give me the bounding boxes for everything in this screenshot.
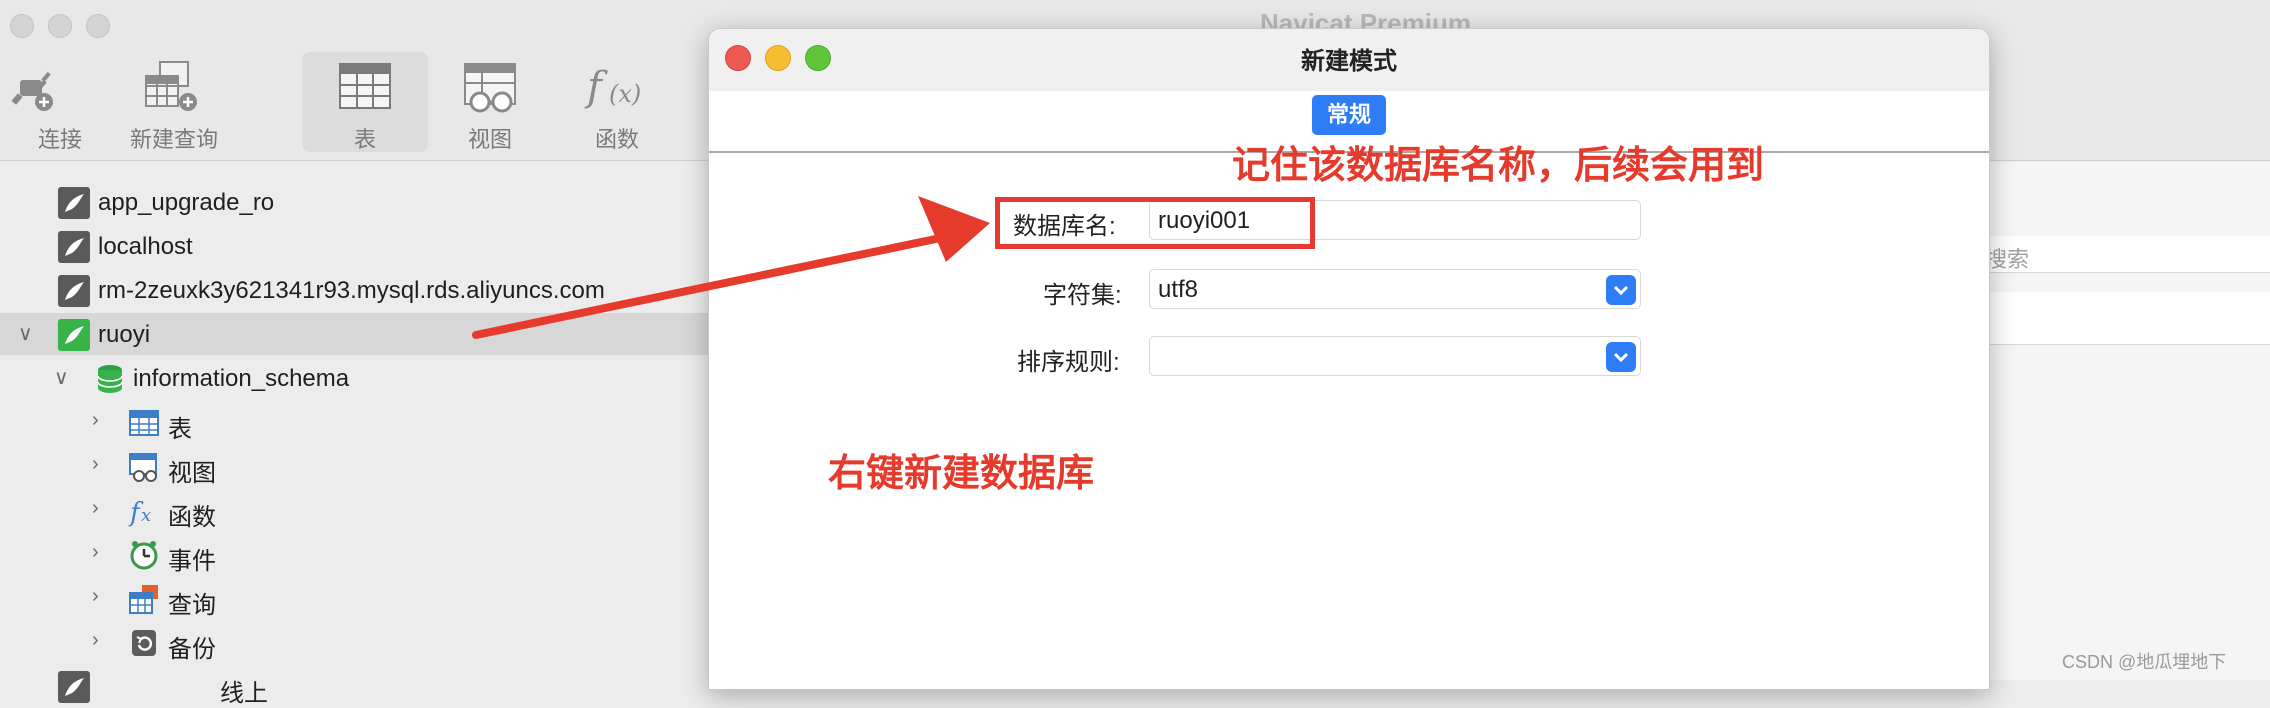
- toolbar-connect-label: 连接: [37, 127, 82, 152]
- chevron-down-icon[interactable]: [1606, 275, 1636, 305]
- mysql-connection-icon: [58, 187, 90, 219]
- toolbar-function-label: 函数: [594, 127, 639, 152]
- search-placeholder: 搜索: [1985, 247, 2030, 272]
- plug-icon: [11, 71, 53, 111]
- dialog-titlebar: 新建模式: [709, 29, 1989, 91]
- chevron-right-icon[interactable]: ›: [92, 497, 99, 520]
- tree-item-views[interactable]: › 视图: [0, 445, 710, 487]
- chevron-right-icon[interactable]: ›: [92, 541, 99, 564]
- charset-select[interactable]: utf8: [1149, 269, 1641, 309]
- collation-label: 排序规则:: [1017, 349, 1120, 376]
- zoom-window-button[interactable]: [86, 14, 110, 38]
- dialog-title: 新建模式: [1301, 48, 1397, 75]
- tree-item-tables[interactable]: › 表: [0, 401, 710, 443]
- tree-item-label: app_upgrade_ro: [98, 189, 275, 216]
- chevron-right-icon[interactable]: ›: [92, 409, 99, 432]
- svg-text:(x): (x): [609, 80, 641, 108]
- tree-item-connection-partial[interactable]: 线上: [0, 665, 710, 707]
- chevron-right-icon[interactable]: ›: [92, 585, 99, 608]
- tree-item-label: 函数: [168, 504, 216, 531]
- tree-item-label: information_schema: [133, 365, 350, 392]
- minimize-window-button[interactable]: [48, 14, 72, 38]
- tree-item-database[interactable]: ∨ information_schema: [0, 357, 710, 399]
- new-query-icon: [145, 61, 197, 111]
- annotation-remember-name: 记住该数据库名称，后续会用到: [1232, 145, 1765, 187]
- tree-item-connection[interactable]: app_upgrade_ro: [0, 181, 710, 223]
- chevron-down-icon[interactable]: [1606, 342, 1636, 372]
- toolbar-view-label: 视图: [467, 127, 512, 152]
- tree-item-connection-selected[interactable]: ∨ ruoyi: [0, 313, 710, 355]
- database-icon: [97, 365, 123, 393]
- tree-item-queries[interactable]: › 查询: [0, 577, 710, 619]
- toolbar-new-query-label: 新建查询: [129, 127, 218, 152]
- close-window-button[interactable]: [10, 14, 34, 38]
- clock-icon: [130, 541, 158, 570]
- tree-item-connection[interactable]: rm-2zeuxk3y621341r93.mysql.rds.aliyuncs.…: [0, 269, 710, 311]
- toolbar-new-query-button[interactable]: 新建查询: [114, 52, 234, 152]
- tree-item-backups[interactable]: › 备份: [0, 621, 710, 663]
- tab-general[interactable]: 常规: [1312, 95, 1386, 135]
- query-icon: [129, 585, 158, 614]
- tree-item-label: 备份: [168, 636, 216, 663]
- tree-item-events[interactable]: › 事件: [0, 533, 710, 575]
- tree-item-label: ruoyi: [98, 321, 151, 348]
- table-icon: [339, 63, 391, 109]
- tree-item-label: 表: [168, 416, 192, 443]
- view-icon: [129, 453, 157, 482]
- function-icon: f (x): [584, 64, 641, 110]
- chevron-down-icon[interactable]: ∨: [18, 321, 33, 346]
- mysql-connection-icon: [58, 671, 90, 703]
- tree-item-label: 查询: [168, 592, 216, 619]
- tree-item-label: 线上: [220, 680, 268, 707]
- mysql-connection-icon: [58, 319, 90, 351]
- toolbar-table-button[interactable]: 表: [302, 52, 428, 152]
- tree-item-label: 视图: [168, 460, 216, 487]
- connection-tree: app_upgrade_ro localhost rm-2zeuxk3y6213…: [0, 162, 710, 707]
- mysql-connection-icon: [58, 275, 90, 307]
- tree-item-label: rm-2zeuxk3y621341r93.mysql.rds.aliyuncs.…: [98, 277, 605, 304]
- toolbar-connect-button[interactable]: 连接: [0, 52, 120, 152]
- table-icon: [129, 410, 159, 436]
- tree-item-connection[interactable]: localhost: [0, 225, 710, 267]
- chevron-right-icon[interactable]: ›: [92, 629, 99, 652]
- collation-select[interactable]: [1149, 336, 1641, 376]
- new-schema-dialog: 新建模式 常规 ruoyi001 数据库名: 字符集: utf8 排序规则:: [708, 28, 1990, 690]
- toolbar-table-label: 表: [353, 127, 376, 152]
- charset-value: utf8: [1158, 276, 1199, 303]
- search-input[interactable]: 搜索: [1985, 236, 2270, 273]
- tree-item-label: 事件: [168, 548, 216, 575]
- toolbar-function-button[interactable]: f (x) 函数: [557, 52, 677, 152]
- database-name-highlight: [995, 197, 1315, 249]
- chevron-down-icon[interactable]: ∨: [54, 365, 69, 390]
- svg-text:f: f: [584, 64, 608, 110]
- annotation-right-click: 右键新建数据库: [828, 453, 1095, 495]
- svg-text:x: x: [141, 505, 151, 526]
- mysql-connection-icon: [58, 231, 90, 263]
- toolbar-view-button[interactable]: 视图: [430, 52, 550, 152]
- charset-label: 字符集:: [1043, 282, 1122, 309]
- watermark: CSDN @地瓜埋地下: [2062, 652, 2227, 672]
- right-panel-row: [1985, 292, 2270, 345]
- tree-item-label: localhost: [98, 233, 193, 260]
- function-icon: f x: [128, 498, 151, 527]
- view-icon: [464, 63, 516, 113]
- backup-icon: [132, 630, 156, 656]
- chevron-right-icon[interactable]: ›: [92, 453, 99, 476]
- tree-item-functions[interactable]: › f x 函数: [0, 489, 710, 531]
